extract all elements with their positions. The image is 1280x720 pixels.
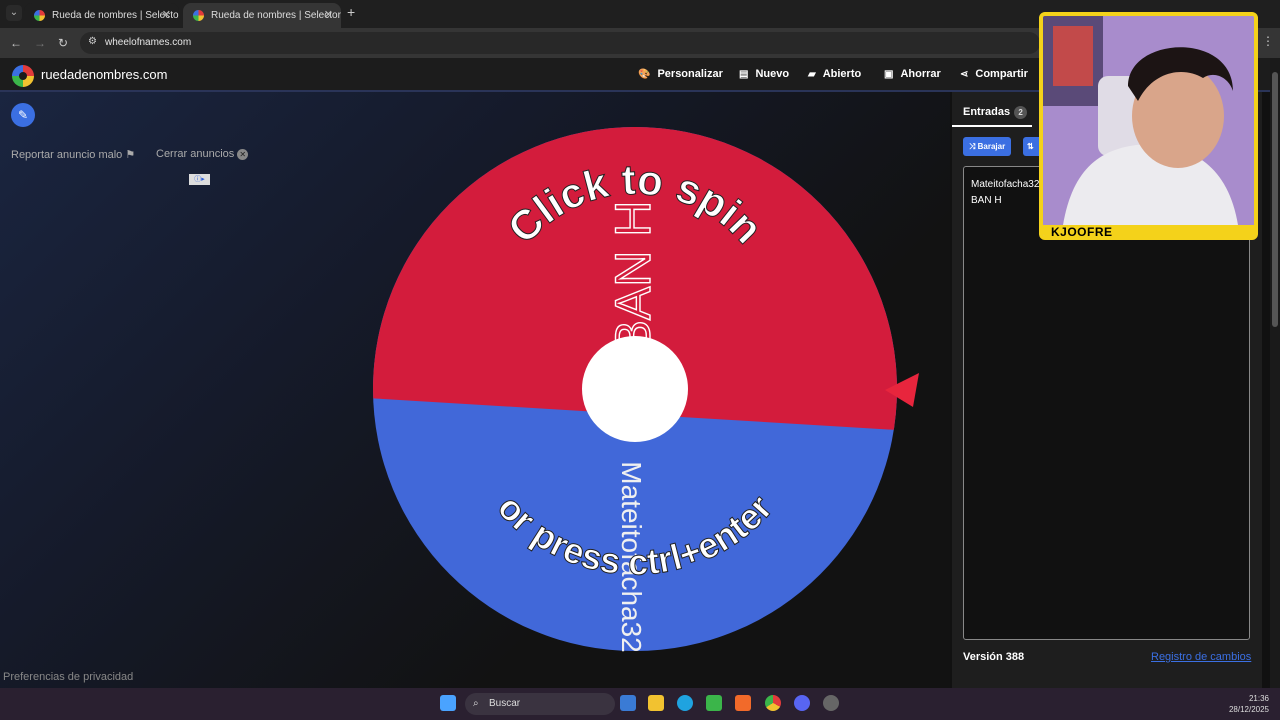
ad-choices-icon[interactable]: ⓘ▸: [189, 174, 210, 185]
site-settings-icon[interactable]: ⚙: [88, 36, 97, 47]
changelog-link[interactable]: Registro de cambios: [1151, 651, 1251, 663]
webcam-person-image: [1043, 16, 1254, 225]
close-circle-icon: ✕: [237, 149, 249, 160]
palette-icon: 🎨: [638, 69, 651, 80]
wheel-center-hub[interactable]: [582, 336, 688, 442]
tab-title: Rueda de nombres | Selector de: [211, 10, 341, 21]
webcam-overlay: KJOOFRE: [1039, 12, 1258, 240]
shuffle-icon: ⤨: [969, 142, 976, 151]
browser-menu-icon[interactable]: ⋮: [1262, 34, 1274, 48]
segment-label-top: BAN H: [605, 201, 661, 354]
reload-icon[interactable]: ↻: [58, 36, 68, 50]
close-tab-icon[interactable]: ✕: [162, 3, 171, 28]
entries-count-badge: 2: [1014, 106, 1028, 119]
app-icon-pen[interactable]: [620, 695, 636, 711]
folder-open-icon: ▰: [808, 69, 816, 80]
tab-entradas[interactable]: Entradas 2: [963, 106, 1028, 119]
active-tab-underline: [952, 125, 1032, 127]
report-ad-link[interactable]: Reportar anuncio malo ⚑: [11, 148, 135, 161]
chrome-browser-icon[interactable]: [765, 695, 781, 711]
new-file-icon: ▤: [739, 69, 749, 80]
discord-icon[interactable]: [794, 695, 810, 711]
search-icon: ⌕: [473, 698, 479, 709]
nuevo-button[interactable]: ▤ Nuevo: [739, 68, 789, 80]
tab-favicon-icon: [34, 10, 45, 21]
webcam-name-label: KJOOFRE: [1043, 225, 1254, 236]
close-tab-icon[interactable]: ✕: [324, 3, 333, 28]
steam-icon[interactable]: [823, 695, 839, 711]
minecraft-icon[interactable]: [706, 695, 722, 711]
file-explorer-icon[interactable]: [648, 695, 664, 711]
compartir-button[interactable]: ⋖ Compartir: [960, 68, 1028, 80]
edge-browser-icon[interactable]: [677, 695, 693, 711]
scrollbar-thumb[interactable]: [1272, 72, 1278, 327]
back-arrow-icon[interactable]: ←: [10, 36, 22, 50]
ahorrar-button[interactable]: ▣ Ahorrar: [884, 68, 941, 80]
browser-tab-1[interactable]: Rueda de nombres | Selector de ✕: [24, 3, 179, 28]
flag-icon: ⚑: [125, 149, 136, 161]
tab-favicon-icon: [193, 10, 204, 21]
brave-browser-icon[interactable]: [735, 695, 751, 711]
windows-start-icon[interactable]: [440, 695, 456, 711]
spin-wheel[interactable]: BAN H Mateitofacha32 Click to spin or pr…: [370, 127, 930, 667]
share-icon: ⋖: [960, 69, 969, 80]
edit-pencil-icon[interactable]: ✎: [11, 103, 35, 127]
tab-search-chevron-icon[interactable]: ⌄: [6, 5, 22, 21]
url-text: wheelofnames.com: [105, 37, 192, 48]
sort-icon: ⇅: [1027, 142, 1034, 151]
new-tab-plus-icon[interactable]: +: [347, 4, 355, 20]
browser-tab-2[interactable]: Rueda de nombres | Selector de ✕: [183, 3, 341, 28]
site-logo-icon[interactable]: [12, 65, 34, 87]
shuffle-button[interactable]: ⤨ Barajar: [963, 137, 1012, 156]
system-clock[interactable]: 21:36 28/12/2025: [1225, 693, 1269, 715]
page-scrollbar[interactable]: [1270, 58, 1280, 688]
version-label: Versión 388: [963, 651, 1025, 663]
close-ads-link[interactable]: Cerrar anuncios ✕: [156, 148, 249, 160]
site-name[interactable]: ruedadenombres.com: [41, 67, 167, 82]
save-icon: ▣: [884, 69, 894, 80]
wheel-area: ✎ Reportar anuncio malo ⚑ Cerrar anuncio…: [0, 92, 950, 688]
personalizar-button[interactable]: 🎨 Personalizar: [638, 68, 723, 80]
windows-taskbar: ⌕ Buscar 21:36 28/12/2025: [0, 688, 1280, 720]
abierto-button[interactable]: ▰ Abierto: [808, 68, 861, 80]
forward-arrow-icon[interactable]: →: [34, 36, 46, 50]
tab-title: Rueda de nombres | Selector de: [52, 10, 179, 21]
url-omnibox[interactable]: ⚙ wheelofnames.com: [80, 32, 1040, 54]
taskbar-search[interactable]: ⌕ Buscar: [465, 693, 615, 715]
privacy-preferences-link[interactable]: Preferencias de privacidad: [3, 671, 133, 683]
